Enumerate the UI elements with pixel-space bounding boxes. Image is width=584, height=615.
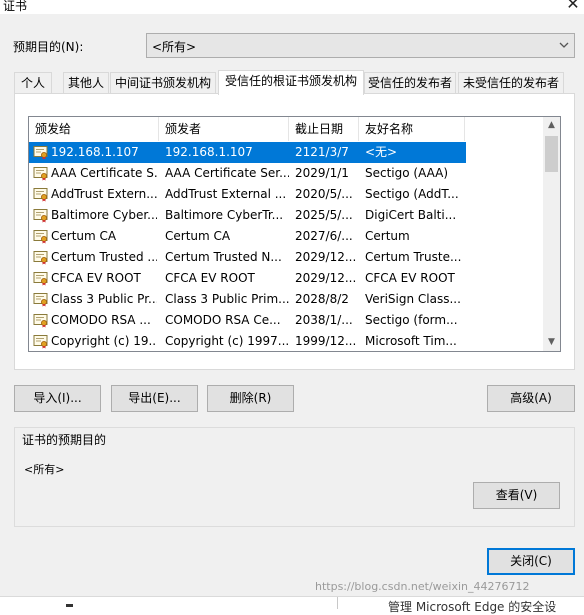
advanced-button[interactable]: 高级(A) xyxy=(487,385,575,412)
certificate-purposes-title: 证书的预期目的 xyxy=(22,433,107,447)
column-header-friendly-name[interactable]: 友好名称 xyxy=(359,117,465,141)
cell-issued-by: Baltimore CyberTr... xyxy=(165,208,284,222)
close-button[interactable]: 关闭(C) xyxy=(487,548,575,575)
tab-other-people[interactable]: 其他人 xyxy=(63,72,109,94)
cell-expires: 1999/12... xyxy=(295,334,357,348)
chevron-down-icon xyxy=(559,42,569,48)
cell-friendly: Sectigo (AAA) xyxy=(365,166,449,180)
cell-friendly: VeriSign Class... xyxy=(365,292,461,306)
certificate-icon xyxy=(33,293,48,307)
certificates-dialog: 证书 ✕ 预期目的(N): <所有> 个人 其他人 中间证书颁发机构 受信任的根… xyxy=(0,0,584,596)
cell-issued-to: Copyright (c) 19... xyxy=(51,334,157,348)
cell-issued-to: Baltimore Cyber... xyxy=(51,208,157,222)
cell-friendly: CFCA EV ROOT xyxy=(365,271,455,285)
cell-friendly: Certum xyxy=(365,229,410,243)
table-row[interactable]: 192.168.1.107 192.168.1.107 2121/3/7 <无> xyxy=(29,142,466,163)
background-settings-text: 管理 Microsoft Edge 的安全设 xyxy=(388,600,557,614)
table-row[interactable]: AddTrust Extern... AddTrust External ... 2… xyxy=(29,184,466,205)
scroll-up-icon[interactable]: ▲ xyxy=(543,117,560,134)
cell-friendly: <无> xyxy=(365,145,398,159)
cell-issued-by: Certum Trusted N... xyxy=(165,250,282,264)
tab-trusted-root-ca[interactable]: 受信任的根证书颁发机构 xyxy=(218,70,364,95)
cell-issued-to: COMODO RSA ... xyxy=(51,313,151,327)
column-header-issued-to[interactable]: 颁发给 xyxy=(29,117,159,141)
cell-expires: 2025/5/... xyxy=(295,208,353,222)
cell-friendly: Microsoft Tim... xyxy=(365,334,457,348)
export-button[interactable]: 导出(E)... xyxy=(111,385,198,412)
cell-issued-by: 192.168.1.107 xyxy=(165,145,253,159)
watermark: https://blog.csdn.net/weixin_44276712 xyxy=(315,580,530,593)
cell-issued-to: Certum CA xyxy=(51,229,117,243)
certificate-list[interactable]: 颁发给 颁发者 截止日期 友好名称 192.168.1.107 192.168.1… xyxy=(28,116,561,352)
tab-untrusted-publishers[interactable]: 未受信任的发布者 xyxy=(458,72,564,94)
certificate-icon xyxy=(33,146,48,160)
close-window-icon[interactable]: ✕ xyxy=(562,0,584,14)
table-row[interactable]: Class 3 Public Pr... Class 3 Public Prim.… xyxy=(29,289,466,310)
cell-issued-by: Copyright (c) 1997... xyxy=(165,334,289,348)
cell-issued-to: Class 3 Public Pr... xyxy=(51,292,157,306)
cell-issued-by: AAA Certificate Ser... xyxy=(165,166,289,180)
cell-expires: 2027/6/... xyxy=(295,229,353,243)
certificate-icon xyxy=(33,335,48,349)
cell-issued-by: AddTrust External ... xyxy=(165,187,287,201)
tab-personal[interactable]: 个人 xyxy=(14,72,52,94)
certificate-icon xyxy=(33,167,48,181)
column-header-expiration[interactable]: 截止日期 xyxy=(289,117,359,141)
table-row[interactable]: AAA Certificate S... AAA Certificate Ser.… xyxy=(29,163,466,184)
table-row[interactable]: Certum Trusted ... Certum Trusted N... 202… xyxy=(29,247,466,268)
cell-friendly: Sectigo (form... xyxy=(365,313,458,327)
cell-issued-to: CFCA EV ROOT xyxy=(51,271,141,285)
table-row[interactable]: CFCA EV ROOT CFCA EV ROOT 2029/12... CFCA E… xyxy=(29,268,466,289)
purpose-value: <所有> xyxy=(152,40,197,54)
scroll-down-icon[interactable]: ▼ xyxy=(543,334,560,351)
tab-trusted-publishers[interactable]: 受信任的发布者 xyxy=(364,72,456,94)
scroll-thumb[interactable] xyxy=(545,136,558,172)
cell-issued-to: AddTrust Extern... xyxy=(51,187,157,201)
certificate-purposes-value: <所有> xyxy=(24,463,65,476)
table-row[interactable]: Copyright (c) 19... Copyright (c) 1997...… xyxy=(29,331,466,351)
certificate-icon xyxy=(33,188,48,202)
cell-expires: 2029/12... xyxy=(295,250,357,264)
cell-friendly: Certum Truste... xyxy=(365,250,462,264)
cell-issued-by: CFCA EV ROOT xyxy=(165,271,255,285)
cell-expires: 2038/1/... xyxy=(295,313,353,327)
import-button[interactable]: 导入(I)... xyxy=(14,385,101,412)
cell-expires: 2029/1/1 xyxy=(295,166,349,180)
cell-expires: 2029/12... xyxy=(295,271,357,285)
cell-issued-to: 192.168.1.107 xyxy=(51,145,139,159)
cell-expires: 2020/5/... xyxy=(295,187,353,201)
vertical-scrollbar[interactable]: ▲ ▼ xyxy=(543,117,560,351)
tab-intermediate-ca[interactable]: 中间证书颁发机构 xyxy=(110,72,216,94)
cell-issued-by: Certum CA xyxy=(165,229,231,243)
cell-expires: 2028/8/2 xyxy=(295,292,349,306)
certificate-icon xyxy=(33,272,48,286)
remove-button[interactable]: 删除(R) xyxy=(207,385,294,412)
background-divider xyxy=(337,597,338,609)
title-bar: 证书 ✕ xyxy=(0,0,584,14)
certificate-icon xyxy=(33,230,48,244)
cell-friendly: DigiCert Balti... xyxy=(365,208,457,222)
cell-issued-by: COMODO RSA Ce... xyxy=(165,313,281,327)
list-header: 颁发给 颁发者 截止日期 友好名称 xyxy=(29,117,544,141)
certificate-icon xyxy=(33,251,48,265)
column-header-issued-by[interactable]: 颁发者 xyxy=(159,117,289,141)
background-bullet xyxy=(66,604,73,607)
store-tabs: 个人 其他人 中间证书颁发机构 受信任的根证书颁发机构 受信任的发布者 未受信任… xyxy=(14,70,574,95)
table-row[interactable]: Baltimore Cyber... Baltimore CyberTr... 20… xyxy=(29,205,466,226)
table-row[interactable]: Certum CA Certum CA 2027/6/... Certum xyxy=(29,226,466,247)
table-row[interactable]: COMODO RSA ... COMODO RSA Ce... 2038/1/...… xyxy=(29,310,466,331)
cell-issued-to: Certum Trusted ... xyxy=(51,250,157,264)
certificate-icon xyxy=(33,314,48,328)
purpose-label: 预期目的(N): xyxy=(13,40,84,54)
cell-expires: 2121/3/7 xyxy=(295,145,349,159)
cell-issued-by: Class 3 Public Prim... xyxy=(165,292,289,306)
intended-purpose-dropdown[interactable]: <所有> xyxy=(146,33,575,58)
cell-friendly: Sectigo (AddT... xyxy=(365,187,459,201)
cell-issued-to: AAA Certificate S... xyxy=(51,166,157,180)
view-button[interactable]: 查看(V) xyxy=(473,482,560,509)
window-title: 证书 xyxy=(3,0,28,13)
certificate-icon xyxy=(33,209,48,223)
